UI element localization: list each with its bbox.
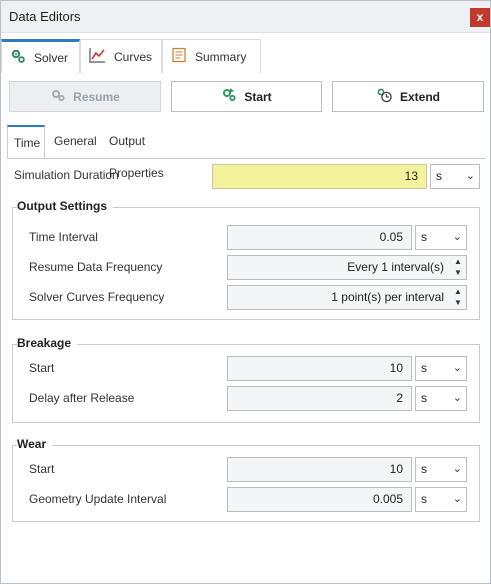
geometry-update-interval-unit-select[interactable]: s ⌄ <box>415 487 467 512</box>
time-interval-unit: s <box>421 230 427 244</box>
wear-start-label: Start <box>29 462 55 476</box>
solver-curves-frequency-spinbox[interactable]: 1 point(s) per interval ▲ ▼ <box>227 285 467 310</box>
chevron-down-icon: ⌄ <box>452 231 462 243</box>
simulation-duration-input[interactable]: 13 <box>212 164 427 189</box>
time-interval-unit-select[interactable]: s ⌄ <box>415 225 467 250</box>
resume-data-frequency-value: Every 1 interval(s) <box>347 260 444 274</box>
window-title: Data Editors <box>9 9 81 24</box>
tab-general[interactable]: General <box>48 125 103 159</box>
geometry-update-interval-input[interactable]: 0.005 <box>227 487 412 512</box>
line-chart-icon <box>89 47 106 66</box>
breakage-start-unit-select[interactable]: s ⌄ <box>415 356 467 381</box>
solver-curves-frequency-label: Solver Curves Frequency <box>29 290 165 304</box>
tab-solver[interactable]: Solver <box>1 39 80 73</box>
tab-curves[interactable]: Curves <box>80 39 162 73</box>
chevron-down-icon: ⌄ <box>452 392 462 404</box>
spinner-arrows-icon[interactable]: ▲ ▼ <box>453 288 463 307</box>
simulation-duration-label: Simulation Duration <box>14 168 119 182</box>
simulation-duration-unit-select[interactable]: s ⌄ <box>430 164 480 189</box>
tab-output-properties[interactable]: Output Properties <box>103 125 170 180</box>
document-icon <box>171 47 187 66</box>
wear-start-input[interactable]: 10 <box>227 457 412 482</box>
delay-after-release-unit: s <box>421 391 427 405</box>
start-label: Start <box>244 89 272 104</box>
extend-clock-icon <box>376 87 393 106</box>
chevron-down-icon: ⌄ <box>465 170 475 182</box>
spinner-arrows-icon[interactable]: ▲ ▼ <box>453 258 463 277</box>
simulation-duration-unit: s <box>436 169 442 183</box>
delay-after-release-label: Delay after Release <box>29 391 135 405</box>
wear-title: Wear <box>17 437 53 451</box>
output-settings-title: Output Settings <box>17 199 113 213</box>
close-button[interactable]: x <box>470 8 490 27</box>
wear-start-unit: s <box>421 462 427 476</box>
extend-button[interactable]: Extend <box>332 81 484 112</box>
breakage-start-unit: s <box>421 361 427 375</box>
gears-icon <box>10 48 26 67</box>
start-button[interactable]: Start <box>171 81 322 112</box>
breakage-title: Breakage <box>17 336 78 350</box>
wear-start-unit-select[interactable]: s ⌄ <box>415 457 467 482</box>
geometry-update-interval-label: Geometry Update Interval <box>29 492 167 506</box>
breakage-start-label: Start <box>29 361 55 375</box>
chevron-down-icon: ⌄ <box>452 362 462 374</box>
top-tab-bar: Solver Curves Summary <box>1 39 263 73</box>
delay-after-release-unit-select[interactable]: s ⌄ <box>415 386 467 411</box>
data-editors-window: Data Editors x Solver Curves Summary Res… <box>0 0 491 584</box>
resume-label: Resume <box>73 89 120 104</box>
tab-time[interactable]: Time <box>7 125 45 159</box>
resume-gears-icon <box>50 88 66 105</box>
breakage-start-input[interactable]: 10 <box>227 356 412 381</box>
delay-after-release-input[interactable]: 2 <box>227 386 412 411</box>
tab-curves-label: Curves <box>114 49 153 64</box>
start-gears-icon <box>221 87 237 106</box>
chevron-down-icon: ⌄ <box>452 493 462 505</box>
tab-summary[interactable]: Summary <box>162 39 261 73</box>
title-bar: Data Editors x <box>1 1 490 33</box>
resume-data-frequency-label: Resume Data Frequency <box>29 260 163 274</box>
time-interval-input[interactable]: 0.05 <box>227 225 412 250</box>
resume-data-frequency-spinbox[interactable]: Every 1 interval(s) ▲ ▼ <box>227 255 467 280</box>
tab-summary-label: Summary <box>195 49 247 64</box>
solver-curves-frequency-value: 1 point(s) per interval <box>331 290 444 304</box>
tab-solver-label: Solver <box>34 50 69 65</box>
time-interval-label: Time Interval <box>29 230 98 244</box>
extend-label: Extend <box>399 89 440 104</box>
geometry-update-interval-unit: s <box>421 492 427 506</box>
chevron-down-icon: ⌄ <box>452 463 462 475</box>
resume-button[interactable]: Resume <box>9 81 161 112</box>
